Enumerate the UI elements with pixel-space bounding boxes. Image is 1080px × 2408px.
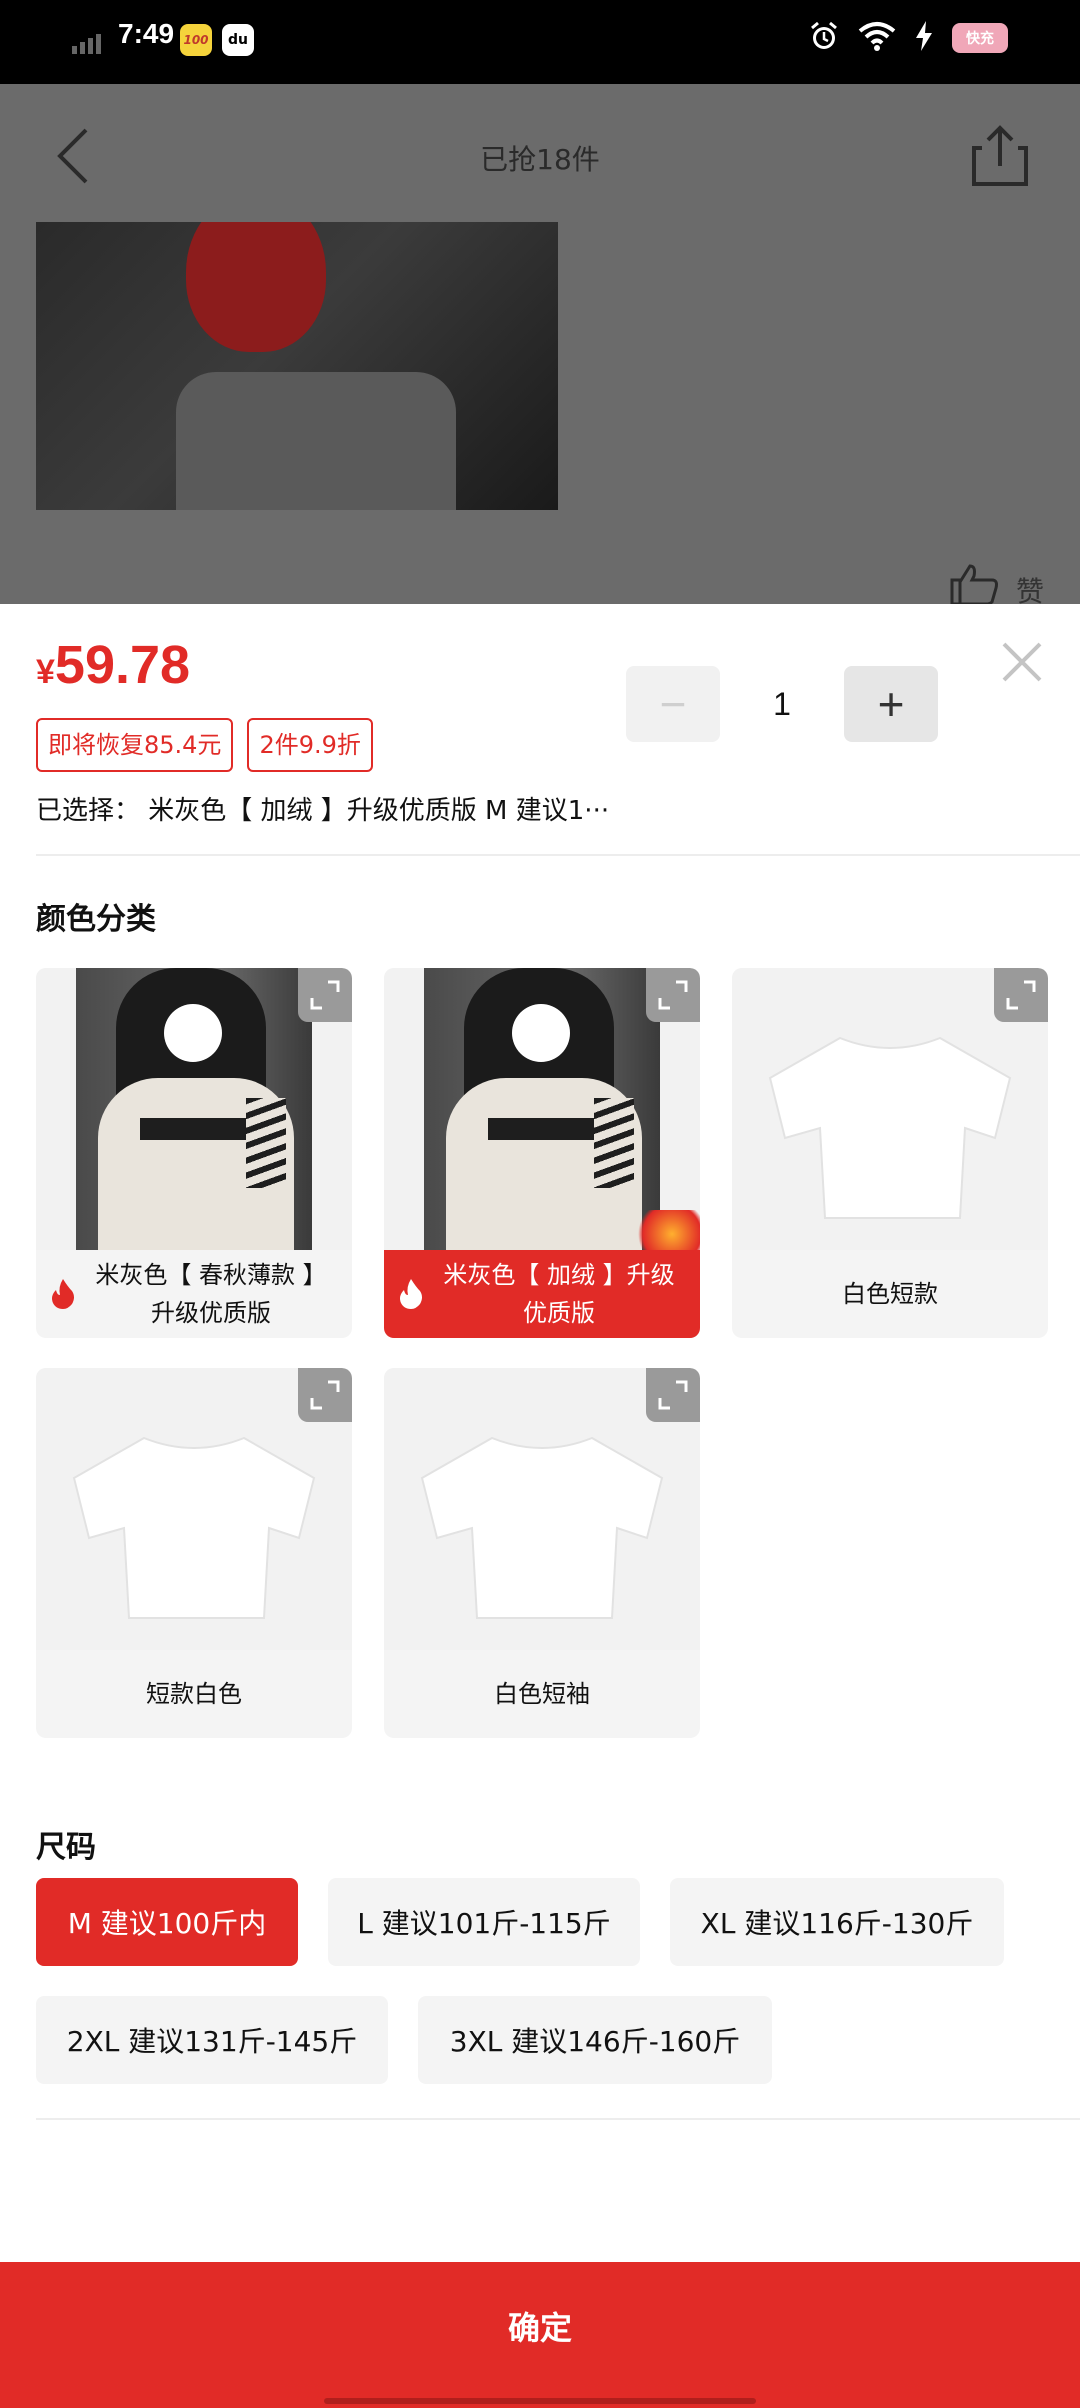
status-bar: 7:49 100 du 快充 xyxy=(0,0,1080,84)
promo-tag-discount: 2件9.9折 xyxy=(247,718,373,772)
color-option-text: 米灰色【 加绒 】升级优质版 xyxy=(443,1261,675,1327)
sku-selection-sheet: ¥59.78 即将恢复85.4元 2件9.9折 − 1 + 已选择： 米灰色【 … xyxy=(0,604,1080,2408)
app-badge-du-icon: du xyxy=(222,24,254,56)
color-section-title: 颜色分类 xyxy=(36,902,156,937)
tshirt-image xyxy=(768,1036,1012,1219)
color-option-label: 米灰色【 春秋薄款 】升级优质版 xyxy=(36,1250,352,1338)
color-option-card[interactable]: 短款白色 xyxy=(36,1368,352,1738)
tshirt-image xyxy=(420,1436,664,1619)
quantity-stepper: − 1 + xyxy=(626,666,938,742)
color-option-label: 白色短袖 xyxy=(494,1680,590,1708)
color-option-label: 短款白色 xyxy=(146,1680,242,1708)
color-option-label: 米灰色【 加绒 】升级优质版 xyxy=(384,1250,700,1338)
hot-flame-icon xyxy=(400,1279,422,1309)
charging-icon xyxy=(914,21,934,55)
size-option-2xl[interactable]: 2XL 建议131斤-145斤 xyxy=(36,1996,388,2084)
price-value: 59.78 xyxy=(54,635,191,695)
hot-flame-icon xyxy=(52,1279,74,1309)
promo-tags: 即将恢复85.4元 2件9.9折 xyxy=(36,718,373,772)
wifi-icon xyxy=(858,21,896,55)
hot-sticker-icon xyxy=(630,1210,700,1250)
color-option-card[interactable]: 白色短袖 xyxy=(384,1368,700,1738)
app-badge-du-text: du xyxy=(228,32,248,48)
confirm-button[interactable]: 确定 xyxy=(0,2262,1080,2408)
size-option-3xl[interactable]: 3XL 建议146斤-160斤 xyxy=(418,1996,772,2084)
divider xyxy=(36,854,1080,856)
app-badge-100-icon: 100 xyxy=(180,24,212,56)
color-option-label: 白色短款 xyxy=(842,1280,938,1308)
tshirt-image xyxy=(72,1436,316,1619)
alarm-icon xyxy=(808,20,840,56)
selected-summary: 已选择： 米灰色【 加绒 】升级优质版 M 建议1··· xyxy=(36,796,610,826)
price: ¥59.78 xyxy=(36,634,190,696)
home-indicator[interactable] xyxy=(324,2398,756,2404)
expand-image-icon[interactable] xyxy=(298,968,352,1022)
color-option-card[interactable]: 米灰色【 春秋薄款 】升级优质版 xyxy=(36,968,352,1338)
signal-icon xyxy=(72,28,112,54)
app-badge-100-text: 100 xyxy=(183,33,209,47)
price-currency: ¥ xyxy=(36,653,55,691)
size-option-m[interactable]: M 建议100斤内 xyxy=(36,1878,298,1966)
color-option-text: 米灰色【 春秋薄款 】升级优质版 xyxy=(95,1261,327,1327)
size-option-xl[interactable]: XL 建议116斤-130斤 xyxy=(670,1878,1004,1966)
color-option-card[interactable]: 白色短款 xyxy=(732,968,1048,1338)
expand-image-icon[interactable] xyxy=(994,968,1048,1022)
color-option-card-selected[interactable]: 米灰色【 加绒 】升级优质版 xyxy=(384,968,700,1338)
expand-image-icon[interactable] xyxy=(646,968,700,1022)
size-option-l[interactable]: L 建议101斤-115斤 xyxy=(328,1878,640,1966)
expand-image-icon[interactable] xyxy=(646,1368,700,1422)
quantity-value[interactable]: 1 xyxy=(720,686,844,723)
battery-icon: 快充 xyxy=(952,23,1008,53)
like-icon[interactable] xyxy=(948,562,1000,606)
divider xyxy=(36,2118,1080,2120)
expand-image-icon[interactable] xyxy=(298,1368,352,1422)
promo-tag-restore-price: 即将恢复85.4元 xyxy=(36,718,234,772)
background-header: 已抢18件 xyxy=(0,84,1080,224)
battery-label: 快充 xyxy=(966,31,994,47)
increase-quantity-button[interactable]: + xyxy=(844,666,938,742)
decrease-quantity-button[interactable]: − xyxy=(626,666,720,742)
close-icon[interactable] xyxy=(998,638,1046,686)
share-icon[interactable] xyxy=(970,124,1030,188)
background-page-overlay: 已抢18件 赞 xyxy=(0,84,1080,608)
background-title: 已抢18件 xyxy=(480,143,600,176)
background-product-photo xyxy=(36,222,558,510)
status-time: 7:49 xyxy=(118,18,175,49)
size-section-title: 尺码 xyxy=(36,1830,96,1865)
